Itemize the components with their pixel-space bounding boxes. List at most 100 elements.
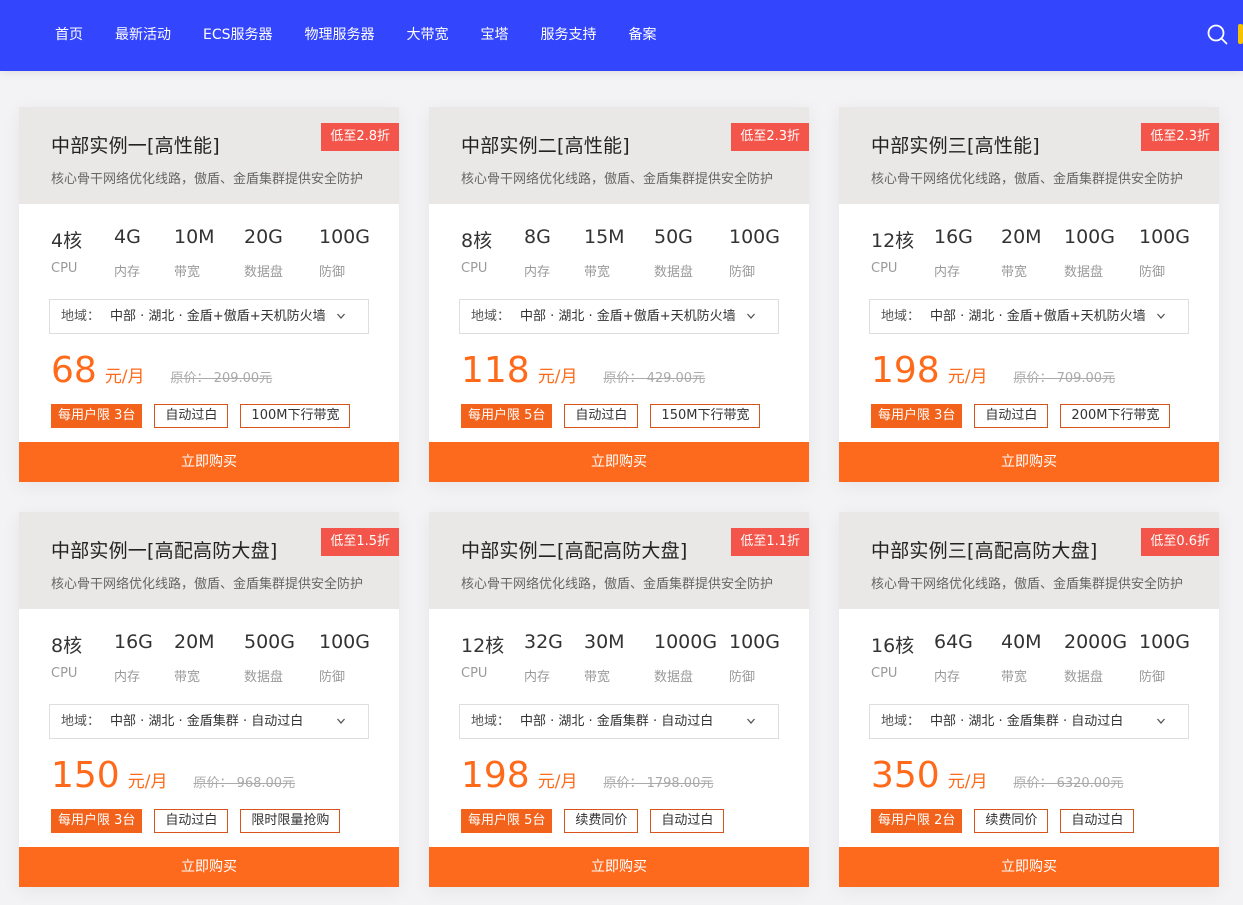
region-select[interactable]: 地域： 中部 · 湖北 · 金盾+傲盾+天机防火墙 xyxy=(49,299,369,334)
buy-now-button[interactable]: 立即购买 xyxy=(19,442,399,482)
spec-value: 16G xyxy=(114,631,153,653)
spec-value: 12核 xyxy=(871,230,915,252)
buy-now-button[interactable]: 立即购买 xyxy=(429,847,809,887)
product-card: 中部实例一[高性能] 核心骨干网络优化线路，傲盾、金盾集群提供安全防护 低至2.8折… xyxy=(19,107,399,482)
price-block: 118 元/月 原价： 429.00元 xyxy=(461,350,705,391)
original-price: 原价： 709.00元 xyxy=(1013,371,1116,386)
spec-row: 8核 CPU 16G 内存 20M 带宽 500G 数据盘 100G 防御 xyxy=(19,609,399,694)
nav-item-physical-server[interactable]: 物理服务器 xyxy=(289,0,391,71)
feature-tag: 限时限量抢购 xyxy=(240,809,341,833)
original-price: 原价： 209.00元 xyxy=(170,371,273,386)
discount-badge: 低至1.5折 xyxy=(321,528,399,556)
spec-value: 64G xyxy=(934,631,973,653)
spec-value: 4核 xyxy=(51,230,83,252)
spec-label: 数据盘 xyxy=(1064,265,1104,280)
region-select[interactable]: 地域： 中部 · 湖北 · 金盾集群 · 自动过白 xyxy=(459,704,779,739)
card-subtitle: 核心骨干网络优化线路，傲盾、金盾集群提供安全防护 xyxy=(51,172,364,187)
spec-value: 100G xyxy=(319,226,370,248)
product-card: 中部实例三[高性能] 核心骨干网络优化线路，傲盾、金盾集群提供安全防护 低至2.3折… xyxy=(839,107,1219,482)
spec-value: 8核 xyxy=(461,230,493,252)
product-card: 中部实例三[高配高防大盘] 核心骨干网络优化线路，傲盾、金盾集群提供安全防护 低至0… xyxy=(839,512,1219,887)
price-block: 198 元/月 原价： 1798.00元 xyxy=(461,755,713,796)
feature-tag: 100M下行带宽 xyxy=(240,404,351,428)
discount-badge: 低至2.3折 xyxy=(731,123,809,151)
buy-now-button[interactable]: 立即购买 xyxy=(839,847,1219,887)
feature-tag: 自动过白 xyxy=(650,809,725,833)
spec-value: 32G xyxy=(524,631,563,653)
nav-item-ecs-server[interactable]: ECS服务器 xyxy=(187,0,289,71)
nav-item-baota[interactable]: 宝塔 xyxy=(465,0,525,71)
tag-list: 每用户限 5台 自动过白 150M下行带宽 xyxy=(461,404,772,428)
spec-label: 防御 xyxy=(319,265,346,280)
card-subtitle: 核心骨干网络优化线路，傲盾、金盾集群提供安全防护 xyxy=(51,577,364,592)
price-value: 350 xyxy=(871,755,940,796)
region-select[interactable]: 地域： 中部 · 湖北 · 金盾集群 · 自动过白 xyxy=(49,704,369,739)
spec-label: 内存 xyxy=(114,265,141,280)
price-value: 198 xyxy=(871,350,940,391)
spec-value: 10M xyxy=(174,226,215,248)
price-value: 68 xyxy=(51,350,97,391)
limit-tag: 每用户限 3台 xyxy=(51,809,143,833)
feature-tag: 自动过白 xyxy=(154,404,229,428)
tag-list: 每用户限 3台 自动过白 100M下行带宽 xyxy=(51,404,362,428)
spec-label: 内存 xyxy=(524,670,551,685)
region-select[interactable]: 地域： 中部 · 湖北 · 金盾+傲盾+天机防火墙 xyxy=(459,299,779,334)
region-value: 中部 · 湖北 · 金盾集群 · 自动过白 xyxy=(930,714,1124,729)
top-nav: 首页 最新活动 ECS服务器 物理服务器 大带宽 宝塔 服务支持 备案 xyxy=(0,0,1243,71)
spec-value: 100G xyxy=(729,226,780,248)
feature-tag: 自动过白 xyxy=(154,809,229,833)
spec-label: CPU xyxy=(871,261,898,276)
spec-label: 带宽 xyxy=(584,670,611,685)
chevron-down-icon xyxy=(746,300,756,346)
region-value: 中部 · 湖北 · 金盾+傲盾+天机防火墙 xyxy=(930,309,1146,324)
card-subtitle: 核心骨干网络优化线路，傲盾、金盾集群提供安全防护 xyxy=(461,577,774,592)
price-unit: 元/月 xyxy=(947,772,988,792)
spec-row: 12核 CPU 32G 内存 30M 带宽 1000G 数据盘 100G 防御 xyxy=(429,609,809,694)
region-label: 地域： xyxy=(61,309,101,324)
tag-list: 每用户限 2台 续费同价 自动过白 xyxy=(871,809,1146,833)
limit-tag: 每用户限 5台 xyxy=(461,404,553,428)
spec-value: 8核 xyxy=(51,635,83,657)
card-title: 中部实例一[高性能] xyxy=(51,135,220,157)
discount-badge: 低至0.6折 xyxy=(1141,528,1219,556)
spec-value: 20M xyxy=(174,631,215,653)
nav-item-bandwidth[interactable]: 大带宽 xyxy=(391,0,465,71)
chevron-down-icon xyxy=(1156,300,1166,346)
buy-now-button[interactable]: 立即购买 xyxy=(839,442,1219,482)
buy-now-button[interactable]: 立即购买 xyxy=(429,442,809,482)
spec-label: 数据盘 xyxy=(654,265,694,280)
card-title: 中部实例二[高配高防大盘] xyxy=(461,540,688,562)
chevron-down-icon xyxy=(746,705,756,751)
nav-menu: 首页 最新活动 ECS服务器 物理服务器 大带宽 宝塔 服务支持 备案 xyxy=(39,0,673,71)
nav-item-icp-filing[interactable]: 备案 xyxy=(613,0,673,71)
discount-badge: 低至1.1折 xyxy=(731,528,809,556)
spec-label: CPU xyxy=(871,666,898,681)
nav-item-support[interactable]: 服务支持 xyxy=(525,0,613,71)
spec-label: CPU xyxy=(461,261,488,276)
card-subtitle: 核心骨干网络优化线路，傲盾、金盾集群提供安全防护 xyxy=(871,577,1184,592)
card-header: 中部实例一[高配高防大盘] 核心骨干网络优化线路，傲盾、金盾集群提供安全防护 低至1… xyxy=(19,512,399,609)
search-icon[interactable] xyxy=(1205,22,1231,48)
discount-badge: 低至2.3折 xyxy=(1141,123,1219,151)
spec-value: 20G xyxy=(244,226,283,248)
nav-item-latest-events[interactable]: 最新活动 xyxy=(99,0,187,71)
price-value: 150 xyxy=(51,755,120,796)
spec-value: 20M xyxy=(1001,226,1042,248)
nav-item-home[interactable]: 首页 xyxy=(39,0,99,71)
spec-label: 防御 xyxy=(729,670,756,685)
spec-label: 防御 xyxy=(319,670,346,685)
price-unit: 元/月 xyxy=(104,367,145,387)
spec-value: 40M xyxy=(1001,631,1042,653)
price-block: 150 元/月 原价： 968.00元 xyxy=(51,755,295,796)
spec-label: 带宽 xyxy=(174,670,201,685)
spec-value: 50G xyxy=(654,226,693,248)
original-price: 原价： 429.00元 xyxy=(603,371,706,386)
spec-label: 带宽 xyxy=(1001,265,1028,280)
product-card: 中部实例二[高配高防大盘] 核心骨干网络优化线路，傲盾、金盾集群提供安全防护 低至1… xyxy=(429,512,809,887)
spec-label: 带宽 xyxy=(1001,670,1028,685)
region-select[interactable]: 地域： 中部 · 湖北 · 金盾集群 · 自动过白 xyxy=(869,704,1189,739)
buy-now-button[interactable]: 立即购买 xyxy=(19,847,399,887)
feature-tag: 自动过白 xyxy=(564,404,639,428)
region-value: 中部 · 湖北 · 金盾集群 · 自动过白 xyxy=(110,714,304,729)
region-select[interactable]: 地域： 中部 · 湖北 · 金盾+傲盾+天机防火墙 xyxy=(869,299,1189,334)
